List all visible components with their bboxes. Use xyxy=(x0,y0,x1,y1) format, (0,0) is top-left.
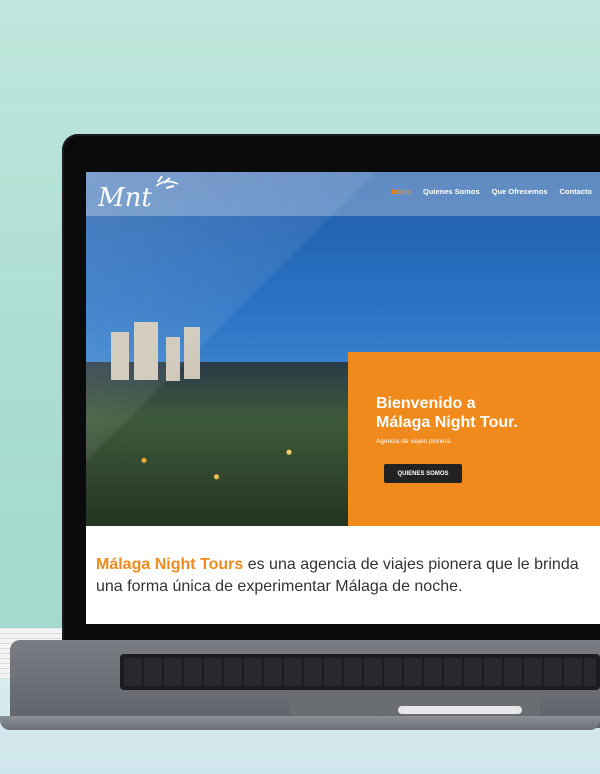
nav-item-que-ofrecemos[interactable]: Que Ofrecemos xyxy=(492,187,548,196)
nav-item-inicio[interactable]: Inicio xyxy=(391,187,411,196)
quienes-somos-button[interactable]: QUIENES SOMOS xyxy=(384,464,462,483)
nav-item-quienes-somos[interactable]: Quienes Somos xyxy=(423,187,480,196)
building xyxy=(134,322,158,380)
logo-text: Mnt xyxy=(97,183,152,213)
site-header: Mnt Inicio Quienes Somos Que Ofrecemos C… xyxy=(86,172,600,216)
main-nav: Inicio Quienes Somos Que Ofrecemos Conta… xyxy=(391,187,592,196)
intro-paragraph: Málaga Night Tours es una agencia de via… xyxy=(96,554,596,598)
intro-brand: Málaga Night Tours xyxy=(96,556,244,573)
website-screen: Mnt Inicio Quienes Somos Que Ofrecemos C… xyxy=(86,172,600,624)
keyboard xyxy=(120,654,600,690)
building xyxy=(166,337,180,381)
lid-notch xyxy=(398,706,522,714)
building xyxy=(184,327,200,379)
mnt-logo[interactable]: Mnt xyxy=(96,174,186,214)
hero-section: Mnt Inicio Quienes Somos Que Ofrecemos C… xyxy=(86,172,600,526)
city-night-photo xyxy=(86,322,376,526)
welcome-line-1: Bienvenido a xyxy=(376,395,476,412)
welcome-line-2: Málaga Night Tour. xyxy=(376,414,518,431)
laptop-front-edge xyxy=(0,716,600,730)
welcome-panel: Bienvenido a Málaga Night Tour. Agencia … xyxy=(348,352,600,526)
nav-item-contacto[interactable]: Contacto xyxy=(560,187,593,196)
hero-tagline: Agencia de viajes pionera. xyxy=(376,438,453,445)
building xyxy=(111,332,129,380)
keys xyxy=(124,658,596,686)
welcome-heading: Bienvenido a Málaga Night Tour. xyxy=(376,394,518,432)
